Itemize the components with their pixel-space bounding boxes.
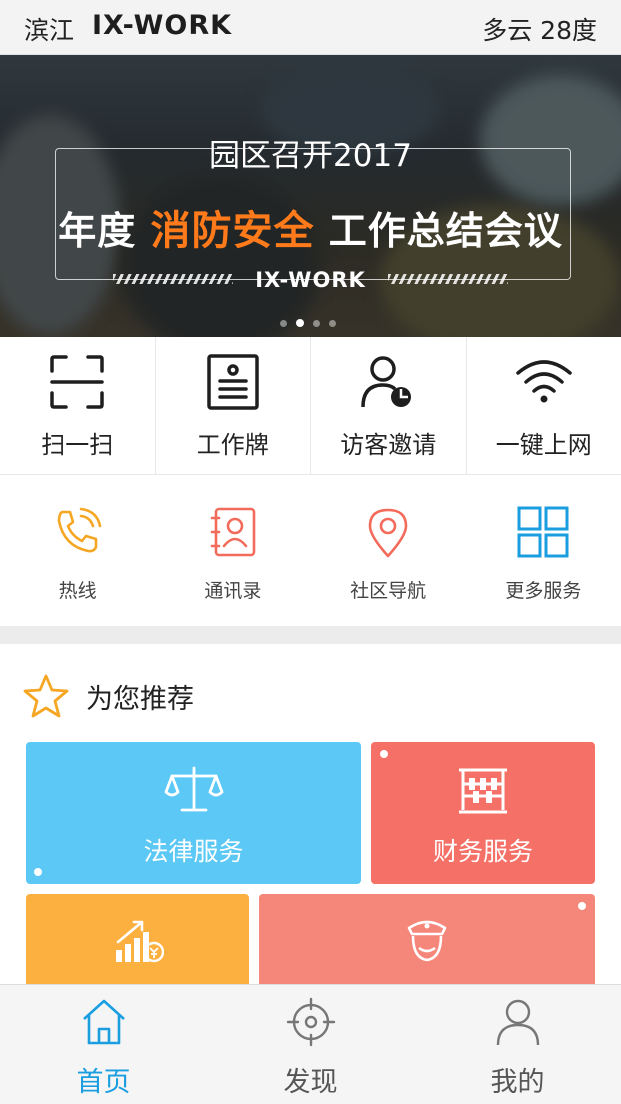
tile-legal-service[interactable]: 法律服务 [26, 742, 361, 884]
contacts-icon [210, 507, 256, 557]
service-label: 通讯录 [204, 580, 262, 602]
phone-icon [57, 507, 101, 553]
brand-logo: IX-WORK [92, 10, 233, 41]
visitor-icon [361, 356, 412, 408]
service-label: 社区导航 [350, 580, 427, 602]
tile-label: 法律服务 [143, 837, 244, 866]
quick-action-scan[interactable]: 扫一扫 [0, 337, 156, 474]
target-icon [286, 997, 335, 1047]
quick-action-badge[interactable]: 工作牌 [156, 337, 311, 474]
carousel-dot-active[interactable] [296, 319, 304, 327]
nav-home[interactable]: 首页 [0, 985, 207, 1104]
quick-action-label: 扫一扫 [41, 431, 114, 459]
user-icon [496, 999, 539, 1046]
tile-growth-service[interactable] [26, 894, 249, 989]
service-more[interactable]: 更多服务 [466, 476, 621, 626]
growth-chart-icon [115, 920, 164, 963]
service-hotline[interactable]: 热线 [0, 476, 155, 626]
scan-icon [50, 355, 104, 409]
carousel-indicator[interactable] [280, 312, 345, 327]
section-divider [0, 626, 621, 644]
home-icon [82, 999, 125, 1045]
quick-action-visitor[interactable]: 访客邀请 [311, 337, 467, 474]
quick-action-label: 一键上网 [495, 431, 592, 459]
nav-label: 首页 [76, 1067, 131, 1098]
tile-finance-service[interactable]: 财务服务 [371, 742, 595, 884]
service-navigation[interactable]: 社区导航 [311, 476, 466, 626]
quick-action-wifi[interactable]: 一键上网 [467, 337, 621, 474]
grid-icon [517, 506, 569, 558]
service-label: 热线 [58, 580, 97, 602]
quick-actions: 扫一扫 工作牌 访客邀请 一键上网 [0, 337, 621, 475]
banner-headline-2: 年度 消防安全 工作总结会议 [58, 208, 563, 254]
banner-brand-row: IX-WORK [113, 268, 508, 292]
tile-security-service[interactable] [259, 894, 595, 989]
banner-highlight: 消防安全 [150, 208, 315, 254]
nav-label: 发现 [283, 1067, 338, 1098]
city-selector[interactable]: 滨江 [24, 11, 74, 47]
hero-banner[interactable]: 园区召开2017 年度 消防安全 工作总结会议 IX-WORK [0, 55, 621, 337]
star-icon [23, 674, 69, 718]
location-pin-icon [368, 508, 408, 558]
nav-label: 我的 [490, 1067, 545, 1098]
recommend-title: 为您推荐 [86, 684, 194, 715]
service-shortcuts: 热线 通讯录 社区导航 更多服务 [0, 476, 621, 626]
top-bar: 滨江 IX-WORK 多云 28度 [0, 0, 621, 55]
quick-action-label: 访客邀请 [340, 431, 437, 459]
banner-headline-1: 园区召开2017 [209, 138, 412, 174]
service-contacts[interactable]: 通讯录 [155, 476, 310, 626]
carousel-dot[interactable] [329, 320, 336, 327]
recommend-header: 为您推荐 [0, 644, 621, 740]
weather-readout: 多云 28度 [482, 16, 597, 45]
badge-icon [207, 354, 259, 410]
wifi-icon [516, 360, 572, 403]
carousel-dot[interactable] [313, 320, 320, 327]
quick-action-label: 工作牌 [196, 431, 269, 459]
scales-icon [164, 766, 223, 812]
nav-discover[interactable]: 发现 [207, 985, 414, 1104]
abacus-icon [459, 768, 507, 814]
tile-label: 财务服务 [432, 837, 533, 866]
bottom-nav: 首页 发现 我的 [0, 984, 621, 1104]
carousel-dot[interactable] [280, 320, 287, 327]
service-label: 更多服务 [505, 580, 582, 602]
nav-mine[interactable]: 我的 [414, 985, 621, 1104]
security-guard-icon [407, 920, 447, 962]
